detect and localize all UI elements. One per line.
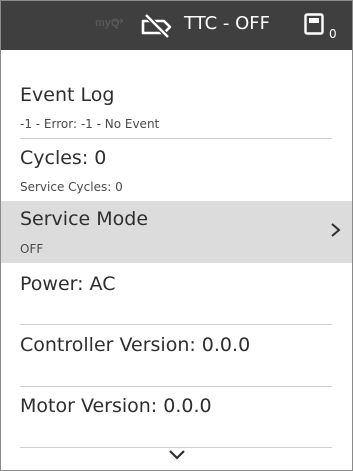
- chevron-right-icon: [331, 223, 341, 237]
- myq-arrow-icon: →: [113, 14, 124, 29]
- status-bar: myQ → TTC - OFF 0: [1, 1, 352, 50]
- menu-item-power[interactable]: Power: AC: [1, 263, 352, 325]
- cycles-title: Cycles: 0: [20, 147, 107, 169]
- menu-item-event-log[interactable]: Event Log -1 - Error: -1 - No Event: [1, 50, 352, 139]
- waste-drawer-icon: [304, 13, 324, 35]
- lid-disconnected-icon: [141, 13, 172, 39]
- menu-item-service-mode[interactable]: Service Mode OFF: [1, 201, 352, 263]
- ttc-status-text: TTC - OFF: [184, 13, 271, 34]
- device-screen: myQ → TTC - OFF 0 Event Log -1 - Error: …: [0, 0, 353, 471]
- menu-item-cycles[interactable]: Cycles: 0 Service Cycles: 0: [1, 139, 352, 201]
- service-mode-title: Service Mode: [20, 208, 149, 230]
- drawer-count: 0: [329, 27, 337, 41]
- chevron-down-icon[interactable]: [168, 449, 186, 461]
- event-log-title: Event Log: [20, 84, 115, 106]
- motor-version-title: Motor Version: 0.0.0: [20, 395, 212, 417]
- controller-version-title: Controller Version: 0.0.0: [20, 334, 251, 356]
- event-log-subtitle: -1 - Error: -1 - No Event: [20, 117, 160, 131]
- menu-item-motor-version[interactable]: Motor Version: 0.0.0: [1, 387, 352, 448]
- power-title: Power: AC: [20, 273, 116, 295]
- menu-item-controller-version[interactable]: Controller Version: 0.0.0: [1, 325, 352, 386]
- service-cycles-subtitle: Service Cycles: 0: [20, 180, 123, 194]
- service-mode-value: OFF: [20, 242, 44, 256]
- divider: [20, 447, 332, 448]
